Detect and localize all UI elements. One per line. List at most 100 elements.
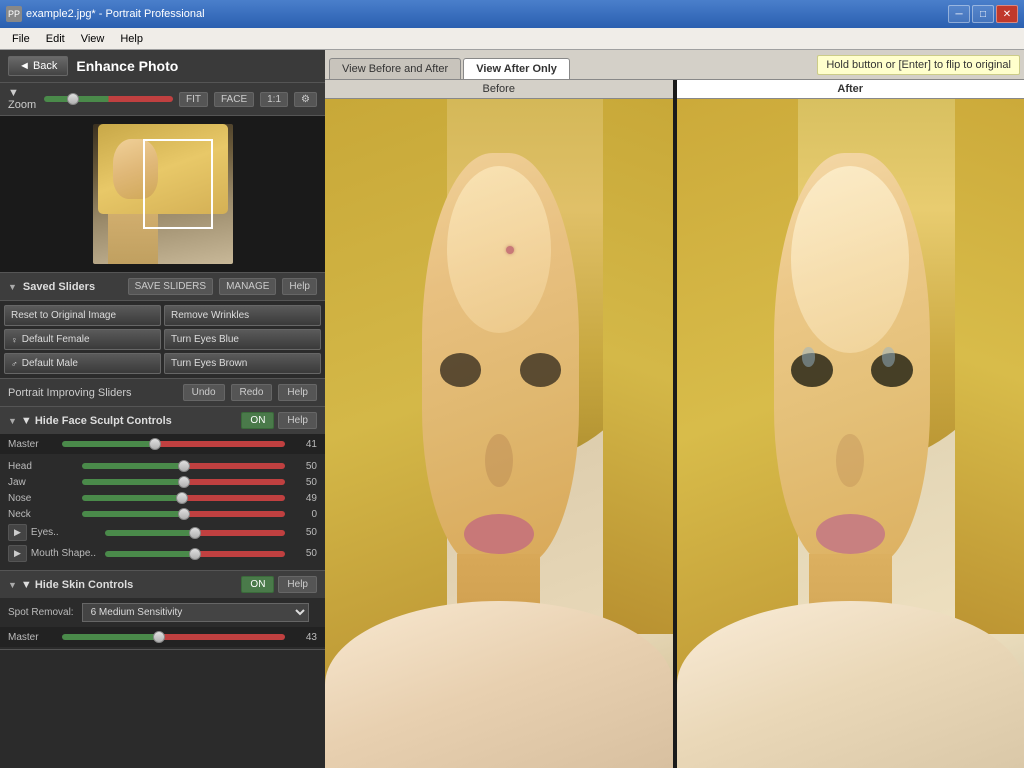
save-sliders-button[interactable]: SAVE SLIDERS bbox=[128, 278, 214, 295]
neck-label: Neck bbox=[8, 509, 78, 520]
skin-controls-title: ▼ Hide Skin Controls bbox=[21, 579, 238, 591]
mouth-expand-button[interactable]: ▶ bbox=[8, 545, 27, 562]
right-panel: View Before and After View After Only Ho… bbox=[325, 50, 1024, 768]
turn-eyes-blue-label: Turn Eyes Blue bbox=[171, 334, 239, 345]
preset-default-male-button[interactable]: ♂ Default Male bbox=[4, 353, 161, 374]
left-panel: ◄ Back Enhance Photo ▼ Zoom FIT FACE 1:1… bbox=[0, 50, 325, 768]
head-slider[interactable] bbox=[82, 463, 285, 469]
master-face-value: 41 bbox=[289, 439, 317, 450]
saved-sliders-title: Saved Sliders bbox=[23, 281, 122, 293]
jaw-label: Jaw bbox=[8, 477, 78, 488]
after-photo bbox=[677, 99, 1024, 768]
redo-button[interactable]: Redo bbox=[231, 384, 273, 401]
before-label: Before bbox=[325, 80, 673, 99]
spot-removal-label: Spot Removal: bbox=[8, 607, 74, 618]
preset-remove-wrinkles-button[interactable]: Remove Wrinkles bbox=[164, 305, 321, 326]
saved-sliders-header: ▼ Saved Sliders SAVE SLIDERS MANAGE Help bbox=[0, 273, 325, 301]
neck-value: 0 bbox=[289, 509, 317, 520]
nose-slider[interactable] bbox=[82, 495, 285, 501]
tab-after-only[interactable]: View After Only bbox=[463, 58, 570, 79]
face-button[interactable]: FACE bbox=[214, 92, 254, 107]
skin-controls-section: ▼ ▼ Hide Skin Controls ON Help Spot Remo… bbox=[0, 571, 325, 650]
menu-view[interactable]: View bbox=[73, 31, 113, 47]
preset-reset-button[interactable]: Reset to Original Image bbox=[4, 305, 161, 326]
menu-help[interactable]: Help bbox=[112, 31, 151, 47]
male-icon: ♂ bbox=[11, 359, 18, 369]
face-sculpt-header: ▼ ▼ Hide Face Sculpt Controls ON Help bbox=[0, 407, 325, 434]
skin-controls-on-button[interactable]: ON bbox=[241, 576, 274, 593]
reset-label: Reset to Original Image bbox=[11, 310, 116, 321]
portrait-sliders-title: Portrait Improving Sliders bbox=[8, 387, 177, 399]
female-icon: ♀ bbox=[11, 335, 18, 345]
back-button[interactable]: ◄ Back bbox=[8, 56, 68, 76]
portrait-sliders-header: Portrait Improving Sliders Undo Redo Hel… bbox=[0, 379, 325, 407]
mouth-slider[interactable] bbox=[105, 551, 285, 557]
neck-slider[interactable] bbox=[82, 511, 285, 517]
remove-wrinkles-label: Remove Wrinkles bbox=[171, 310, 249, 321]
preset-turn-eyes-blue-button[interactable]: Turn Eyes Blue bbox=[164, 329, 321, 350]
after-panel: After bbox=[677, 80, 1024, 768]
skin-master-value: 43 bbox=[289, 632, 317, 643]
face-sculpt-triangle: ▼ bbox=[8, 416, 17, 426]
master-face-slider[interactable] bbox=[62, 441, 285, 447]
skin-controls-triangle: ▼ bbox=[8, 580, 17, 590]
maximize-button[interactable]: □ bbox=[972, 5, 994, 23]
before-photo bbox=[325, 99, 673, 768]
zoom-slider[interactable] bbox=[44, 96, 173, 102]
mouth-slider-row: ▶ Mouth Shape.. 50 bbox=[8, 545, 317, 562]
skin-controls-help-button[interactable]: Help bbox=[278, 576, 317, 593]
spot-removal-row: Spot Removal: 6 Medium Sensitivity bbox=[0, 598, 325, 627]
close-button[interactable]: ✕ bbox=[996, 5, 1018, 23]
app-icon: PP bbox=[6, 6, 22, 22]
preset-default-female-button[interactable]: ♀ Default Female bbox=[4, 329, 161, 350]
thumbnail[interactable] bbox=[93, 124, 233, 264]
master-slider-row: Master 41 bbox=[0, 434, 325, 454]
default-male-label: Default Male bbox=[22, 358, 78, 369]
face-sculpt-on-button[interactable]: ON bbox=[241, 412, 274, 429]
undo-button[interactable]: Undo bbox=[183, 384, 225, 401]
eyes-slider-row: ▶ Eyes.. 50 bbox=[8, 524, 317, 541]
skin-master-slider[interactable] bbox=[62, 634, 285, 640]
mouth-label: Mouth Shape.. bbox=[31, 548, 101, 559]
nose-label: Nose bbox=[8, 493, 78, 504]
saved-sliders-help-button[interactable]: Help bbox=[282, 278, 317, 295]
turn-eyes-brown-label: Turn Eyes Brown bbox=[171, 358, 247, 369]
panel-header: ◄ Back Enhance Photo bbox=[0, 50, 325, 83]
head-slider-row: Head 50 bbox=[8, 460, 317, 472]
face-sculpt-section: ▼ ▼ Hide Face Sculpt Controls ON Help Ma… bbox=[0, 407, 325, 571]
nose-slider-row: Nose 49 bbox=[8, 492, 317, 504]
head-value: 50 bbox=[289, 461, 317, 472]
eyes-slider[interactable] bbox=[105, 530, 285, 536]
eyes-value: 50 bbox=[289, 527, 317, 538]
tab-before-after[interactable]: View Before and After bbox=[329, 58, 461, 79]
master-label: Master bbox=[8, 439, 58, 450]
eyes-label: Eyes.. bbox=[31, 527, 101, 538]
view-tabs: View Before and After View After Only Ho… bbox=[325, 50, 1024, 80]
nose-value: 49 bbox=[289, 493, 317, 504]
menu-edit[interactable]: Edit bbox=[38, 31, 73, 47]
image-area: Before bbox=[325, 80, 1024, 768]
menubar: File Edit View Help bbox=[0, 28, 1024, 50]
zoom-settings-button[interactable]: ⚙ bbox=[294, 92, 317, 107]
jaw-value: 50 bbox=[289, 477, 317, 488]
spot-removal-select[interactable]: 6 Medium Sensitivity bbox=[82, 603, 309, 622]
hint-box: Hold button or [Enter] to flip to origin… bbox=[817, 55, 1020, 75]
neck-slider-row: Neck 0 bbox=[8, 508, 317, 520]
window-title: example2.jpg* - Portrait Professional bbox=[26, 8, 948, 20]
jaw-slider[interactable] bbox=[82, 479, 285, 485]
zoom-label: ▼ Zoom bbox=[8, 87, 38, 111]
eyes-expand-button[interactable]: ▶ bbox=[8, 524, 27, 541]
minimize-button[interactable]: ─ bbox=[948, 5, 970, 23]
before-panel: Before bbox=[325, 80, 675, 768]
preset-turn-eyes-brown-button[interactable]: Turn Eyes Brown bbox=[164, 353, 321, 374]
titlebar: PP example2.jpg* - Portrait Professional… bbox=[0, 0, 1024, 28]
default-female-label: Default Female bbox=[22, 334, 90, 345]
manage-button[interactable]: MANAGE bbox=[219, 278, 276, 295]
controls-scroll: ▼ ▼ Hide Face Sculpt Controls ON Help Ma… bbox=[0, 407, 325, 768]
main-layout: ◄ Back Enhance Photo ▼ Zoom FIT FACE 1:1… bbox=[0, 50, 1024, 768]
menu-file[interactable]: File bbox=[4, 31, 38, 47]
fit-button[interactable]: FIT bbox=[179, 92, 208, 107]
face-sculpt-help-button[interactable]: Help bbox=[278, 412, 317, 429]
portrait-sliders-help-button[interactable]: Help bbox=[278, 384, 317, 401]
one-to-one-button[interactable]: 1:1 bbox=[260, 92, 288, 107]
